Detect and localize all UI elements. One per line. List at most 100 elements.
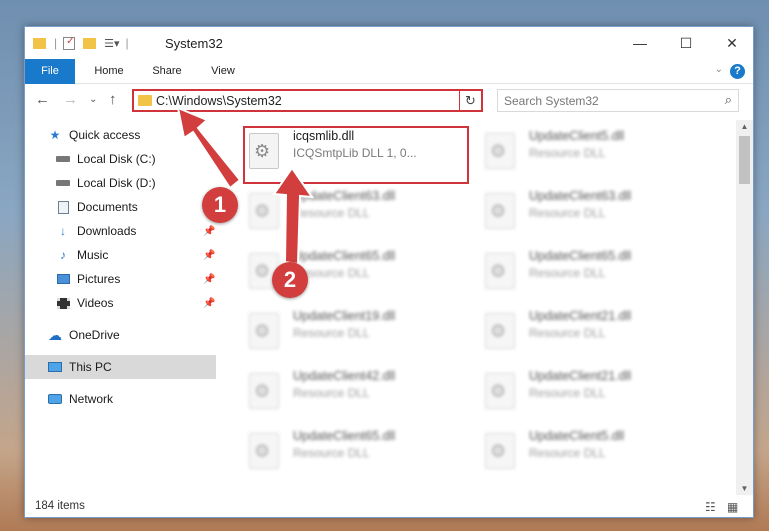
file-item[interactable]: UpdateClient21.dll Resource DLL bbox=[479, 365, 699, 417]
search-box[interactable]: ⌕ bbox=[497, 89, 739, 112]
sidebar-item-quick-access[interactable]: ★ Quick access bbox=[25, 123, 216, 147]
sidebar-item-label: Pictures bbox=[77, 272, 121, 286]
separator: | bbox=[125, 36, 129, 50]
pin-icon[interactable]: 📌 bbox=[203, 226, 215, 237]
tab-home[interactable]: Home bbox=[85, 59, 133, 84]
file-highlight-box bbox=[243, 126, 469, 184]
file-name: UpdateClient42.dll bbox=[293, 369, 396, 383]
minimize-button[interactable]: — bbox=[617, 27, 663, 59]
download-icon: ↓ bbox=[60, 224, 66, 238]
file-name: UpdateClient21.dll bbox=[529, 309, 632, 323]
file-description: Resource DLL bbox=[529, 326, 606, 340]
scrollbar-thumb[interactable] bbox=[739, 136, 750, 184]
pin-icon[interactable]: 📌 bbox=[203, 250, 215, 261]
pictures-icon bbox=[55, 272, 71, 286]
address-bar[interactable]: C:\Windows\System32 ⌄ bbox=[132, 89, 482, 112]
properties-icon[interactable]: ✓ bbox=[63, 36, 76, 50]
new-folder-icon[interactable] bbox=[83, 37, 97, 49]
folder-icon[interactable] bbox=[33, 37, 46, 49]
sidebar-item-label: Local Disk (D:) bbox=[77, 176, 156, 190]
tiles-view-icon[interactable]: ▦ bbox=[727, 500, 738, 514]
sidebar-item-local-disk-d[interactable]: Local Disk (D:) bbox=[25, 171, 216, 195]
file-item[interactable]: UpdateClient5.dll Resource DLL bbox=[479, 425, 699, 477]
file-item[interactable]: UpdateClient65.dll Resource DLL bbox=[243, 425, 463, 477]
callout-one: 1 bbox=[202, 187, 238, 223]
file-item[interactable]: UpdateClient63.dll Resource DLL bbox=[243, 185, 463, 237]
pin-icon[interactable]: 📌 bbox=[203, 274, 215, 285]
help-icon[interactable]: ? bbox=[730, 64, 745, 79]
videos-icon bbox=[55, 296, 71, 310]
sidebar-item-label: Documents bbox=[77, 200, 138, 214]
file-description: Resource DLL bbox=[529, 266, 606, 280]
search-icon: ⌕ bbox=[724, 92, 732, 107]
item-count: 184 items bbox=[35, 500, 85, 512]
navigation-bar: ← → ⌄ ↑ C:\Windows\System32 ⌄ ↻ ⌕ bbox=[25, 85, 753, 115]
address-path: C:\Windows\System32 bbox=[156, 94, 282, 108]
tab-view[interactable]: View bbox=[201, 59, 245, 84]
search-input[interactable] bbox=[504, 91, 709, 110]
file-item[interactable]: UpdateClient21.dll Resource DLL bbox=[479, 305, 699, 357]
dll-file-icon bbox=[485, 373, 515, 409]
dll-file-icon bbox=[485, 193, 515, 229]
file-description: Resource DLL bbox=[293, 206, 370, 220]
cloud-icon: ☁ bbox=[48, 326, 62, 343]
pin-icon[interactable]: 📌 bbox=[203, 298, 215, 309]
vertical-scrollbar[interactable]: ▲ ▼ bbox=[736, 120, 753, 495]
quick-access-toolbar: | ✓ ☰▾ | bbox=[33, 35, 135, 51]
sidebar-item-downloads[interactable]: ↓ Downloads 📌 bbox=[25, 219, 216, 243]
sidebar-item-local-disk-c[interactable]: Local Disk (C:) bbox=[25, 147, 216, 171]
file-name: UpdateClient63.dll bbox=[293, 189, 396, 203]
file-name: UpdateClient19.dll bbox=[293, 309, 396, 323]
sidebar-item-label: Downloads bbox=[77, 224, 137, 238]
recent-locations-icon[interactable]: ⌄ bbox=[89, 94, 97, 105]
sidebar-item-network[interactable]: Network bbox=[25, 387, 216, 411]
music-icon: ♪ bbox=[60, 248, 66, 262]
file-name: UpdateClient65.dll bbox=[293, 249, 396, 263]
scroll-down-icon[interactable]: ▼ bbox=[736, 484, 753, 493]
callout-two: 2 bbox=[272, 262, 308, 298]
file-item[interactable]: UpdateClient65.dll Resource DLL bbox=[479, 245, 699, 297]
forward-arrow-icon[interactable]: → bbox=[63, 91, 78, 108]
file-name: UpdateClient65.dll bbox=[529, 249, 632, 263]
sidebar-item-videos[interactable]: Videos 📌 bbox=[25, 291, 216, 315]
tab-file[interactable]: File bbox=[25, 59, 75, 84]
refresh-button[interactable]: ↻ bbox=[459, 89, 483, 112]
file-name: UpdateClient21.dll bbox=[529, 369, 632, 383]
dll-file-icon bbox=[485, 253, 515, 289]
file-description: Resource DLL bbox=[293, 386, 370, 400]
sidebar-item-onedrive[interactable]: ☁ OneDrive bbox=[25, 323, 216, 347]
back-arrow-icon[interactable]: ← bbox=[35, 91, 50, 108]
sidebar-item-label: This PC bbox=[69, 360, 112, 374]
file-item[interactable]: UpdateClient63.dll Resource DLL bbox=[479, 185, 699, 237]
ribbon-expand-icon[interactable]: ⌄ bbox=[715, 64, 723, 75]
details-view-icon[interactable]: ☷ bbox=[705, 500, 716, 514]
status-bar: 184 items ☷ ▦ bbox=[25, 495, 753, 517]
sidebar-item-label: Videos bbox=[77, 296, 114, 310]
file-description: Resource DLL bbox=[529, 146, 606, 160]
file-explorer-window: | ✓ ☰▾ | System32 — ☐ ✕ File Home Share … bbox=[24, 26, 754, 518]
dll-file-icon bbox=[485, 313, 515, 349]
sidebar-item-this-pc[interactable]: This PC bbox=[25, 355, 216, 379]
file-name: UpdateClient5.dll bbox=[529, 429, 625, 443]
up-arrow-icon[interactable]: ↑ bbox=[109, 91, 117, 108]
drive-icon bbox=[55, 152, 71, 166]
documents-icon bbox=[55, 200, 71, 214]
window-title: System32 bbox=[165, 36, 223, 51]
navigation-pane: ★ Quick access Local Disk (C:) Local Dis… bbox=[25, 123, 216, 493]
sidebar-item-pictures[interactable]: Pictures 📌 bbox=[25, 267, 216, 291]
refresh-icon: ↻ bbox=[465, 93, 476, 108]
folder-icon bbox=[138, 95, 152, 106]
tab-share[interactable]: Share bbox=[143, 59, 191, 84]
file-item[interactable]: UpdateClient5.dll Resource DLL bbox=[479, 125, 699, 177]
file-item[interactable]: UpdateClient19.dll Resource DLL bbox=[243, 305, 463, 357]
sidebar-item-music[interactable]: ♪ Music 📌 bbox=[25, 243, 216, 267]
network-icon bbox=[47, 392, 63, 406]
close-button[interactable]: ✕ bbox=[709, 27, 753, 59]
dll-file-icon bbox=[249, 373, 279, 409]
customize-icon[interactable]: ☰▾ bbox=[104, 37, 119, 50]
sidebar-item-documents[interactable]: Documents 📌 bbox=[25, 195, 216, 219]
maximize-button[interactable]: ☐ bbox=[663, 27, 709, 59]
file-item[interactable]: UpdateClient42.dll Resource DLL bbox=[243, 365, 463, 417]
file-name: UpdateClient5.dll bbox=[529, 129, 625, 143]
scroll-up-icon[interactable]: ▲ bbox=[736, 122, 753, 131]
